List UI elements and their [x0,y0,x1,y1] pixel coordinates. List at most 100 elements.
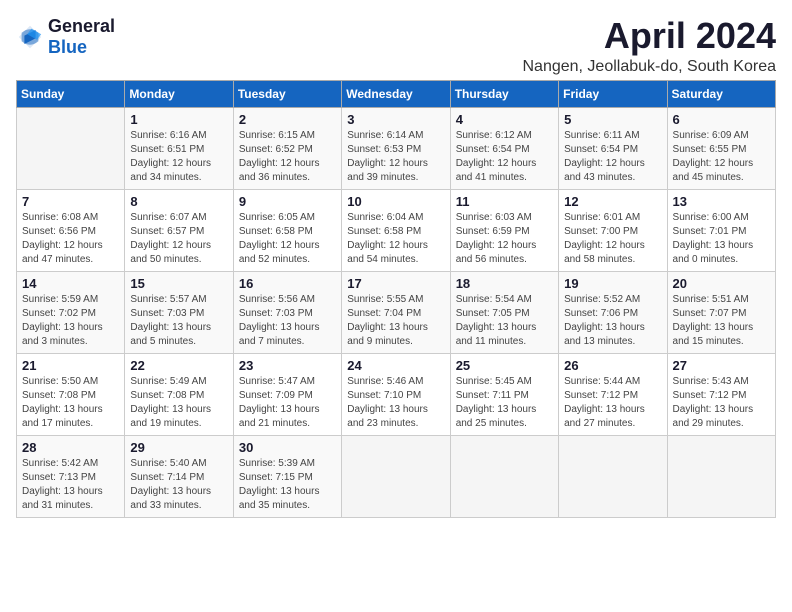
calendar-cell: 8Sunrise: 6:07 AM Sunset: 6:57 PM Daylig… [125,189,233,271]
day-info: Sunrise: 5:47 AM Sunset: 7:09 PM Dayligh… [239,375,336,431]
day-of-week-header: Friday [559,80,667,107]
calendar-cell: 5 Sunrise: 6:11 AM Sunset: 6:54 PM Daylig… [559,107,667,189]
day-info: Sunrise: 5:50 AM Sunset: 7:08 PM Dayligh… [22,375,119,431]
calendar-week-row: 7 Sunrise: 6:08 AM Sunset: 6:56 PM Daylig… [17,189,776,271]
calendar-cell: 16 Sunrise: 5:56 AM Sunset: 7:03 PM Dayli… [233,271,341,353]
calendar-cell: 17 Sunrise: 5:55 AM Sunset: 7:04 PM Dayli… [342,271,450,353]
day-info: Sunrise: 6:00 AM Sunset: 7:01 PM Dayligh… [673,211,770,267]
day-info: Sunrise: 6:14 AM Sunset: 6:53 PM Dayligh… [347,129,444,185]
day-info: Sunrise: 6:04 AM Sunset: 6:58 PM Dayligh… [347,211,444,267]
day-info: Sunrise: 6:01 AM Sunset: 7:00 PM Dayligh… [564,211,661,267]
calendar-cell: 28Sunrise: 5:42 AM Sunset: 7:13 PM Dayli… [17,435,125,517]
day-info: Sunrise: 6:03 AM Sunset: 6:59 PM Dayligh… [456,211,553,267]
day-number: 10 [347,194,444,209]
day-of-week-header: Wednesday [342,80,450,107]
calendar-week-row: 28Sunrise: 5:42 AM Sunset: 7:13 PM Dayli… [17,435,776,517]
day-info: Sunrise: 5:59 AM Sunset: 7:02 PM Dayligh… [22,293,119,349]
day-of-week-header: Thursday [450,80,558,107]
calendar-week-row: 21 Sunrise: 5:50 AM Sunset: 7:08 PM Dayli… [17,353,776,435]
calendar-week-row: 14 Sunrise: 5:59 AM Sunset: 7:02 PM Dayli… [17,271,776,353]
day-number: 7 [22,194,119,209]
calendar-cell: 2Sunrise: 6:15 AM Sunset: 6:52 PM Daylig… [233,107,341,189]
calendar-header-row: SundayMondayTuesdayWednesdayThursdayFrid… [17,80,776,107]
day-number: 22 [130,358,227,373]
day-number: 30 [239,440,336,455]
day-info: Sunrise: 5:46 AM Sunset: 7:10 PM Dayligh… [347,375,444,431]
day-info: Sunrise: 5:51 AM Sunset: 7:07 PM Dayligh… [673,293,770,349]
calendar-cell [667,435,775,517]
calendar-cell: 4 Sunrise: 6:12 AM Sunset: 6:54 PM Daylig… [450,107,558,189]
day-number: 13 [673,194,770,209]
day-of-week-header: Saturday [667,80,775,107]
calendar-cell [559,435,667,517]
day-number: 14 [22,276,119,291]
calendar-cell: 25 Sunrise: 5:45 AM Sunset: 7:11 PM Dayli… [450,353,558,435]
day-info: Sunrise: 5:45 AM Sunset: 7:11 PM Dayligh… [456,375,553,431]
calendar-cell [17,107,125,189]
calendar-cell: 20 Sunrise: 5:51 AM Sunset: 7:07 PM Dayli… [667,271,775,353]
day-number: 16 [239,276,336,291]
day-info: Sunrise: 5:49 AM Sunset: 7:08 PM Dayligh… [130,375,227,431]
day-info: Sunrise: 6:11 AM Sunset: 6:54 PM Dayligh… [564,129,661,185]
day-info: Sunrise: 5:55 AM Sunset: 7:04 PM Dayligh… [347,293,444,349]
day-info: Sunrise: 6:05 AM Sunset: 6:58 PM Dayligh… [239,211,336,267]
day-of-week-header: Sunday [17,80,125,107]
calendar-cell: 9 Sunrise: 6:05 AM Sunset: 6:58 PM Daylig… [233,189,341,271]
day-info: Sunrise: 6:08 AM Sunset: 6:56 PM Dayligh… [22,211,119,267]
location-title: Nangen, Jeollabuk-do, South Korea [522,58,776,76]
calendar-cell: 1 Sunrise: 6:16 AM Sunset: 6:51 PM Daylig… [125,107,233,189]
calendar-cell [450,435,558,517]
logo-icon [16,23,44,51]
day-info: Sunrise: 5:40 AM Sunset: 7:14 PM Dayligh… [130,457,227,513]
calendar-cell: 19Sunrise: 5:52 AM Sunset: 7:06 PM Dayli… [559,271,667,353]
day-number: 9 [239,194,336,209]
day-number: 17 [347,276,444,291]
logo: General Blue [16,16,115,58]
day-number: 26 [564,358,661,373]
day-number: 3 [347,112,444,127]
calendar-cell: 15Sunrise: 5:57 AM Sunset: 7:03 PM Dayli… [125,271,233,353]
day-info: Sunrise: 6:16 AM Sunset: 6:51 PM Dayligh… [130,129,227,185]
calendar-cell: 7 Sunrise: 6:08 AM Sunset: 6:56 PM Daylig… [17,189,125,271]
day-info: Sunrise: 5:56 AM Sunset: 7:03 PM Dayligh… [239,293,336,349]
calendar-cell: 12 Sunrise: 6:01 AM Sunset: 7:00 PM Dayli… [559,189,667,271]
calendar-cell: 26 Sunrise: 5:44 AM Sunset: 7:12 PM Dayli… [559,353,667,435]
calendar-cell: 14 Sunrise: 5:59 AM Sunset: 7:02 PM Dayli… [17,271,125,353]
day-number: 24 [347,358,444,373]
day-info: Sunrise: 6:12 AM Sunset: 6:54 PM Dayligh… [456,129,553,185]
calendar-cell: 11Sunrise: 6:03 AM Sunset: 6:59 PM Dayli… [450,189,558,271]
month-title: April 2024 [522,16,776,56]
page-header: General Blue April 2024 Nangen, Jeollabu… [16,16,776,76]
calendar-table: SundayMondayTuesdayWednesdayThursdayFrid… [16,80,776,518]
day-info: Sunrise: 5:44 AM Sunset: 7:12 PM Dayligh… [564,375,661,431]
calendar-cell: 10 Sunrise: 6:04 AM Sunset: 6:58 PM Dayli… [342,189,450,271]
calendar-cell: 13 Sunrise: 6:00 AM Sunset: 7:01 PM Dayli… [667,189,775,271]
calendar-cell: 30 Sunrise: 5:39 AM Sunset: 7:15 PM Dayli… [233,435,341,517]
day-number: 1 [130,112,227,127]
day-number: 29 [130,440,227,455]
day-number: 6 [673,112,770,127]
calendar-cell: 3 Sunrise: 6:14 AM Sunset: 6:53 PM Daylig… [342,107,450,189]
day-info: Sunrise: 6:09 AM Sunset: 6:55 PM Dayligh… [673,129,770,185]
day-number: 27 [673,358,770,373]
day-info: Sunrise: 5:42 AM Sunset: 7:13 PM Dayligh… [22,457,119,513]
day-info: Sunrise: 5:43 AM Sunset: 7:12 PM Dayligh… [673,375,770,431]
day-of-week-header: Tuesday [233,80,341,107]
calendar-cell: 23 Sunrise: 5:47 AM Sunset: 7:09 PM Dayli… [233,353,341,435]
calendar-week-row: 1 Sunrise: 6:16 AM Sunset: 6:51 PM Daylig… [17,107,776,189]
day-number: 20 [673,276,770,291]
day-number: 12 [564,194,661,209]
day-number: 23 [239,358,336,373]
calendar-cell: 6 Sunrise: 6:09 AM Sunset: 6:55 PM Daylig… [667,107,775,189]
day-info: Sunrise: 5:39 AM Sunset: 7:15 PM Dayligh… [239,457,336,513]
day-number: 4 [456,112,553,127]
day-number: 19 [564,276,661,291]
title-block: April 2024 Nangen, Jeollabuk-do, South K… [522,16,776,76]
calendar-cell: 18Sunrise: 5:54 AM Sunset: 7:05 PM Dayli… [450,271,558,353]
day-info: Sunrise: 6:07 AM Sunset: 6:57 PM Dayligh… [130,211,227,267]
day-number: 21 [22,358,119,373]
calendar-cell [342,435,450,517]
day-number: 25 [456,358,553,373]
calendar-cell: 22 Sunrise: 5:49 AM Sunset: 7:08 PM Dayli… [125,353,233,435]
day-number: 5 [564,112,661,127]
